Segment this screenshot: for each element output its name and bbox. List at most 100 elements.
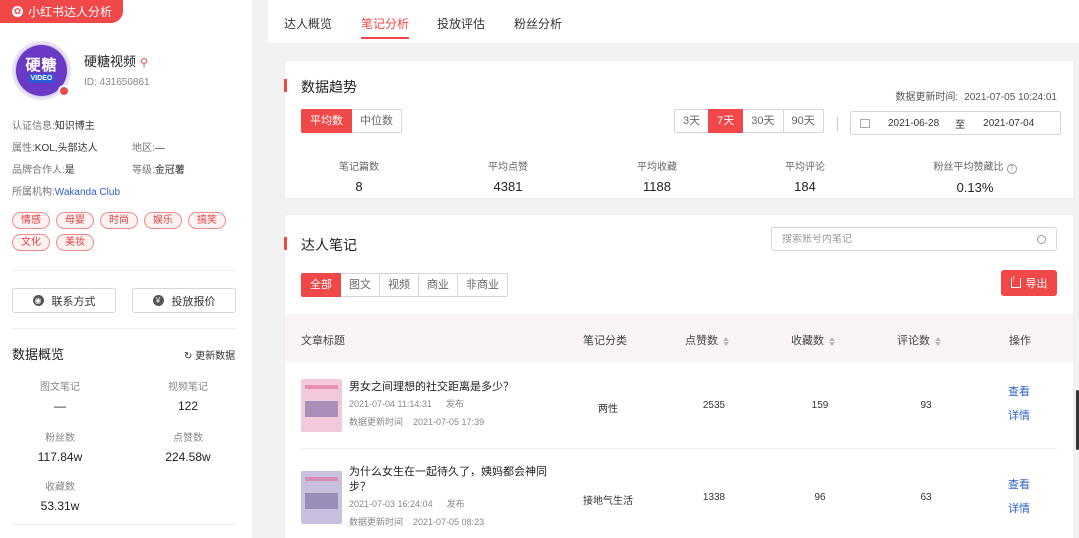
tag-item[interactable]: 美妆 [56, 234, 94, 251]
date-start[interactable]: 2021-06-28 [888, 118, 939, 129]
filter-video[interactable]: 视频 [379, 273, 419, 297]
metric-value: 0.13% [956, 180, 994, 195]
range-7d[interactable]: 7天 [708, 109, 744, 133]
note-thumbnail[interactable] [301, 471, 342, 524]
price-button-label: 投放报价 [171, 295, 216, 308]
region-label: 地区: [132, 143, 155, 154]
export-label: 导出 [1025, 278, 1048, 290]
cert-info: 认证信息:知识博主 [12, 117, 95, 132]
publish-time: 2021-07-04 11:14:31 [349, 399, 432, 409]
coin-icon: ¥ [152, 295, 164, 306]
sort-icon[interactable] [723, 336, 729, 346]
tag-item[interactable]: 文化 [12, 234, 50, 251]
price-button[interactable]: ¥ 投放报价 [132, 288, 236, 313]
tag-item[interactable]: 搞笑 [188, 212, 226, 229]
refresh-button[interactable]: ↻ 更新数据 [184, 347, 235, 362]
sort-icon[interactable] [829, 336, 835, 346]
profile-panel: ✿ 小红书达人分析 硬糖 VIDEO 硬糖视频 ⚲ ID: 431650861 认… [0, 0, 252, 538]
col-collects-label: 收藏数 [791, 335, 824, 347]
range-90d[interactable]: 90天 [782, 109, 824, 133]
col-collects[interactable]: 收藏数 [791, 332, 835, 348]
pin-icon[interactable]: ⚲ [140, 57, 148, 69]
range-30d[interactable]: 30天 [742, 109, 784, 133]
tag-item[interactable]: 情感 [12, 212, 50, 229]
detail-link[interactable]: 详情 [1008, 404, 1030, 428]
update-label: 数据更新时间 [349, 517, 404, 527]
avatar-text: 硬糖 [25, 57, 58, 74]
eye-icon: ◉ [32, 295, 44, 306]
col-comments[interactable]: 评论数 [897, 332, 941, 348]
filter-noncommercial[interactable]: 非商业 [457, 273, 508, 297]
filter-image[interactable]: 图文 [340, 273, 380, 297]
col-category: 笔记分类 [583, 335, 627, 347]
gear-icon: ✿ [12, 6, 23, 17]
stat-image-notes: 图文笔记 — [10, 378, 110, 413]
table-header: 文章标题 笔记分类 点赞数 收藏数 评论数 操作 [285, 314, 1073, 362]
tab-fans[interactable]: 粉丝分析 [514, 15, 562, 32]
account-id: ID: 431650861 [84, 77, 150, 88]
notes-filter: 全部 图文 视频 商业 非商业 [301, 273, 508, 297]
contact-button[interactable]: ◉ 联系方式 [12, 288, 116, 313]
range-3d[interactable]: 3天 [674, 109, 710, 133]
note-title[interactable]: 为什么女生在一起待久了，姨妈都会神同步？ [349, 465, 549, 495]
stat-value: 224.58w [165, 450, 211, 464]
col-likes[interactable]: 点赞数 [685, 332, 729, 348]
level-value: 金冠薯 [154, 165, 185, 176]
level-info: 等级:金冠薯 [132, 161, 185, 176]
search-input[interactable] [782, 233, 1037, 245]
filter-all[interactable]: 全部 [301, 273, 341, 297]
help-icon[interactable]: ? [1006, 164, 1017, 174]
note-updated: 数据更新时间 2021-07-05 17:39 [349, 415, 484, 428]
partner-value: 是 [64, 165, 75, 176]
trend-title: 数据趋势 [284, 79, 357, 95]
tag-item[interactable]: 娱乐 [144, 212, 182, 229]
tag-item[interactable]: 时尚 [100, 212, 138, 229]
view-link[interactable]: 查看 [1008, 473, 1030, 497]
account-name: 硬糖视频 ⚲ [84, 51, 148, 70]
avatar: 硬糖 VIDEO [12, 41, 71, 100]
mode-median[interactable]: 中位数 [351, 109, 402, 133]
attr-label: 属性: [12, 143, 35, 154]
stat-label: 点赞数 [173, 433, 203, 444]
export-button[interactable]: 导出 [1001, 270, 1057, 296]
mode-average[interactable]: 平均数 [301, 109, 352, 133]
tab-campaign[interactable]: 投放评估 [437, 15, 485, 32]
divider [12, 524, 236, 525]
update-label: 数据更新时间 [349, 417, 404, 427]
attr-info: 属性:KOL,头部达人 [12, 139, 98, 154]
notes-card: 达人笔记 全部 图文 视频 商业 非商业 导出 文章标题 笔记分类 点赞数 收藏… [284, 214, 1074, 538]
notes-title: 达人笔记 [284, 237, 357, 253]
view-link[interactable]: 查看 [1008, 380, 1030, 404]
org-link[interactable]: Wakanda Club [55, 187, 120, 198]
table-row: 男女之间理想的社交距离是多少？ 2021-07-04 11:14:31 发布 数据… [285, 362, 1073, 449]
region-info: 地区:— [132, 139, 165, 154]
note-title[interactable]: 男女之间理想的社交距离是多少？ [349, 380, 549, 395]
separator [837, 117, 838, 131]
tab-bar: 达人概览 笔记分析 投放评估 粉丝分析 [268, 0, 1079, 44]
stat-label: 粉丝数 [45, 433, 75, 444]
stat-value: 53.31w [40, 499, 80, 513]
notes-search[interactable] [771, 227, 1057, 251]
search-icon[interactable] [1037, 234, 1046, 244]
filter-commercial[interactable]: 商业 [418, 273, 458, 297]
region-value: — [154, 143, 165, 154]
detail-link[interactable]: 详情 [1008, 497, 1030, 521]
table-row: 为什么女生在一起待久了，姨妈都会神同步？ 2021-07-03 16:24:04… [285, 449, 1073, 538]
stat-likes: 点赞数 224.58w [138, 429, 238, 464]
export-icon [1010, 273, 1021, 288]
metric-avg-comments: 平均评论 184 [745, 158, 865, 194]
note-thumbnail[interactable] [301, 379, 342, 432]
tab-overview[interactable]: 达人概览 [284, 15, 332, 32]
app-tag-label: 小红书达人分析 [28, 5, 113, 19]
col-comments-label: 评论数 [897, 335, 930, 347]
date-range-picker[interactable]: 2021-06-28 至 2021-07-04 [850, 111, 1061, 135]
tab-notes[interactable]: 笔记分析 [361, 15, 410, 39]
tag-item[interactable]: 母婴 [56, 212, 94, 229]
attr-value: KOL,头部达人 [34, 143, 98, 154]
note-publish: 2021-07-03 16:24:04 发布 [349, 497, 465, 510]
note-comments: 93 [920, 400, 932, 411]
account-name-text: 硬糖视频 [84, 54, 137, 69]
note-likes: 2535 [702, 400, 726, 411]
sort-icon[interactable] [935, 336, 941, 346]
date-end[interactable]: 2021-07-04 [983, 118, 1034, 129]
